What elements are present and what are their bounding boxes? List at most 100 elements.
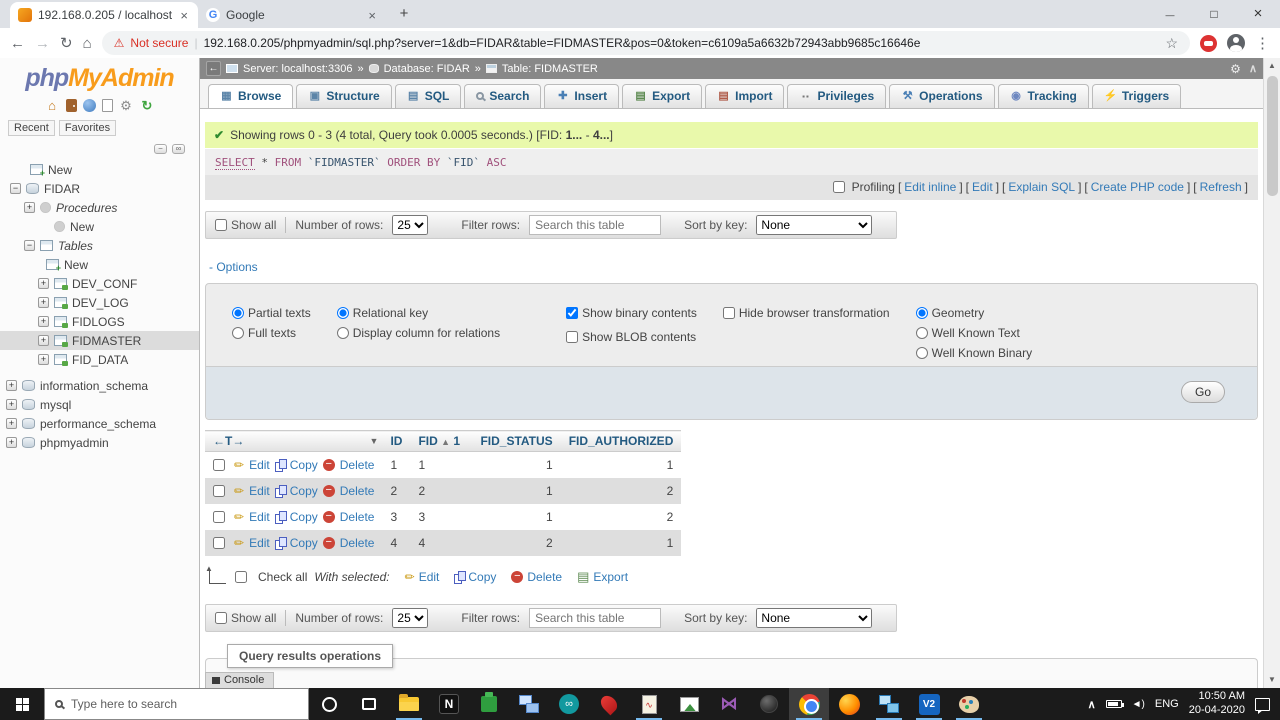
copy-link[interactable]: Copy [290, 510, 318, 524]
show-binary-checkbox[interactable] [566, 307, 579, 319]
favorites-tab[interactable]: Favorites [58, 120, 117, 136]
delete-link[interactable]: Delete [340, 510, 375, 524]
scroll-down-icon[interactable] [1268, 672, 1276, 688]
show-blob-checkbox[interactable] [566, 331, 579, 343]
adblock-extension-icon[interactable] [1200, 34, 1217, 52]
tree-item-procedures[interactable]: Procedures [0, 198, 199, 217]
column-reorder-control[interactable]: ←T→ [213, 434, 244, 448]
ltspice-button[interactable] [629, 688, 669, 720]
tree-item-new-table[interactable]: New [0, 255, 199, 274]
edit-pencil-icon[interactable] [234, 510, 244, 524]
expand-expander-icon[interactable] [6, 399, 17, 410]
speaker-icon[interactable] [1132, 699, 1145, 710]
url-text[interactable]: 192.168.0.205/phpmyadmin/sql.php?server=… [204, 36, 1160, 50]
home-icon[interactable] [45, 98, 60, 113]
filter-rows-input[interactable] [529, 608, 662, 628]
scrollbar-thumb[interactable] [1266, 76, 1278, 196]
profile-avatar[interactable] [1227, 34, 1245, 52]
forward-icon[interactable] [35, 35, 50, 52]
sphere-app-button[interactable] [749, 688, 789, 720]
column-header-id[interactable]: ID [382, 430, 411, 452]
scroll-up-icon[interactable] [1268, 58, 1276, 74]
back-icon[interactable] [10, 35, 25, 52]
tree-item-performance-schema[interactable]: performance_schema [0, 414, 199, 433]
copy-icon[interactable] [274, 537, 287, 550]
column-header-fid-authorized[interactable]: FID_AUTHORIZED [560, 430, 682, 452]
collapse-expander-icon[interactable] [10, 183, 21, 194]
tab-browse[interactable]: Browse [208, 84, 294, 108]
edit-pencil-icon[interactable] [405, 570, 415, 584]
copy-icon[interactable] [274, 485, 287, 498]
check-all-label[interactable]: Check all [258, 570, 307, 584]
docs-globe-icon[interactable] [82, 99, 96, 112]
edit-link[interactable]: Edit [249, 458, 270, 472]
browser-menu-icon[interactable] [1255, 34, 1270, 52]
show-all-checkbox[interactable] [215, 612, 227, 624]
notion-app-button[interactable]: N [429, 688, 469, 720]
new-tab-button[interactable] [392, 2, 416, 26]
tree-item-dev-log[interactable]: DEV_LOG [0, 293, 199, 312]
tree-item-fidar[interactable]: FIDAR [0, 179, 199, 198]
edit-pencil-icon[interactable] [234, 536, 244, 550]
link-with-main-icon[interactable] [172, 144, 185, 154]
console-tab[interactable]: Console [205, 672, 275, 688]
close-tab-icon[interactable] [178, 8, 190, 23]
tree-item-new-db[interactable]: New [0, 160, 199, 179]
profiling-checkbox[interactable] [832, 181, 845, 193]
green-tool-button[interactable] [469, 688, 509, 720]
taskbar-search-box[interactable]: Type here to search [44, 688, 309, 720]
row-checkbox[interactable] [213, 459, 225, 471]
show-all-checkbox[interactable] [215, 219, 227, 231]
documentation-icon[interactable] [101, 99, 113, 112]
num-rows-select[interactable]: 25 [392, 608, 429, 628]
tab-import[interactable]: Import [705, 84, 785, 108]
delete-selected-link[interactable]: Delete [527, 570, 562, 584]
not-secure-warning-icon[interactable] [114, 36, 125, 50]
hide-sidebar-icon[interactable] [206, 61, 221, 76]
tree-item-dev-conf[interactable]: DEV_CONF [0, 274, 199, 293]
edit-pencil-icon[interactable] [234, 484, 244, 498]
address-bar[interactable]: Not secure | 192.168.0.205/phpmyadmin/sq… [101, 31, 1190, 55]
copy-link[interactable]: Copy [290, 484, 318, 498]
delete-icon[interactable] [322, 511, 335, 523]
expand-expander-icon[interactable] [38, 316, 49, 327]
sql-keyword[interactable]: SELECT [215, 156, 255, 170]
palette-app-button[interactable] [949, 688, 989, 720]
breadcrumb-database[interactable]: Database: FIDAR [384, 63, 470, 75]
breadcrumb-server[interactable]: Server: localhost:3306 [243, 63, 352, 75]
expand-expander-icon[interactable] [6, 437, 17, 448]
expand-expander-icon[interactable] [38, 335, 49, 346]
action-center-icon[interactable] [1255, 697, 1270, 714]
copy-icon[interactable] [454, 571, 467, 584]
tab-tracking[interactable]: Tracking [997, 84, 1089, 108]
sort-desc-icon[interactable] [370, 436, 379, 446]
close-window-icon[interactable] [1236, 0, 1280, 28]
chrome-button[interactable] [789, 688, 829, 720]
sort-key-select[interactable]: None [756, 215, 873, 235]
tree-item-phpmyadmin[interactable]: phpmyadmin [0, 433, 199, 452]
expand-expander-icon[interactable] [38, 278, 49, 289]
tree-item-information-schema[interactable]: information_schema [0, 376, 199, 395]
expand-expander-icon[interactable] [38, 297, 49, 308]
cortana-button[interactable] [309, 688, 349, 720]
browser-tab-phpmyadmin[interactable]: 192.168.0.205 / localhost / FIDAR [10, 2, 198, 28]
row-checkbox[interactable] [213, 485, 225, 497]
export-icon[interactable] [577, 569, 589, 585]
delete-link[interactable]: Delete [340, 458, 375, 472]
tab-insert[interactable]: Insert [544, 84, 620, 108]
options-toggle-link[interactable]: - Options [209, 260, 1263, 274]
refresh-link[interactable]: Refresh [1200, 180, 1242, 194]
export-selected-link[interactable]: Export [593, 570, 628, 584]
vertical-scrollbar[interactable] [1263, 58, 1280, 688]
tree-item-fidlogs[interactable]: FIDLOGS [0, 312, 199, 331]
sort-key-select[interactable]: None [756, 608, 873, 628]
tab-privileges[interactable]: Privileges [787, 84, 887, 108]
display-column-radio[interactable] [336, 327, 349, 339]
home-icon[interactable] [83, 35, 92, 52]
delete-link[interactable]: Delete [340, 484, 375, 498]
delete-link[interactable]: Delete [340, 536, 375, 550]
num-rows-select[interactable]: 25 [392, 215, 429, 235]
visual-studio-button[interactable] [709, 688, 749, 720]
expand-expander-icon[interactable] [6, 418, 17, 429]
hide-transformation-checkbox[interactable] [722, 307, 735, 319]
